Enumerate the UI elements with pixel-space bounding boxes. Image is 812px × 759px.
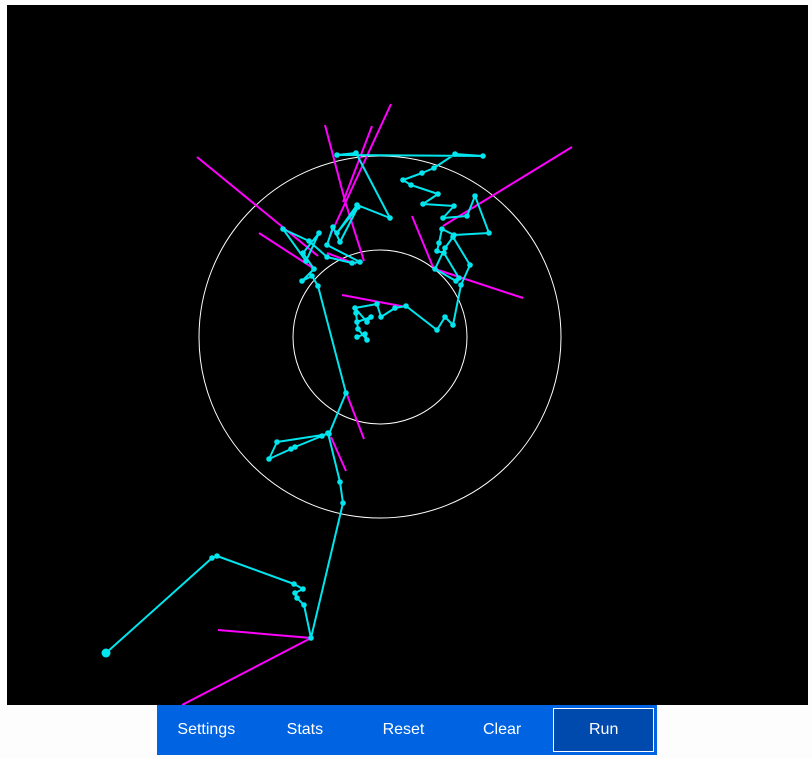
walk-point <box>294 595 300 601</box>
walk-point <box>352 305 358 311</box>
stats-button[interactable]: Stats <box>256 705 355 755</box>
walk-point <box>334 230 340 236</box>
direction-line <box>217 629 312 639</box>
walk-point <box>354 202 360 208</box>
walk-point <box>340 500 346 506</box>
random-walk-path <box>105 152 490 654</box>
walk-point <box>316 230 322 236</box>
walk-point <box>464 213 470 219</box>
inner-ring <box>292 249 468 425</box>
direction-line <box>324 124 346 202</box>
simulation-svg <box>101 103 573 705</box>
direction-line <box>345 391 365 440</box>
walk-point <box>374 301 380 307</box>
simulation-canvas[interactable] <box>7 5 808 705</box>
walk-point <box>450 322 456 328</box>
walk-point <box>403 303 409 309</box>
direction-line <box>196 156 319 257</box>
walk-point <box>354 334 360 340</box>
walk-point <box>291 581 297 587</box>
clear-button[interactable]: Clear <box>453 705 552 755</box>
walk-point <box>378 314 384 320</box>
walk-point <box>434 327 440 333</box>
walk-point <box>337 239 343 245</box>
walk-point <box>301 602 307 608</box>
walk-point <box>400 177 406 183</box>
direction-line <box>342 125 373 203</box>
walk-point <box>324 254 330 260</box>
walk-point <box>306 238 312 244</box>
walk-point <box>354 319 360 325</box>
walk-point <box>280 226 286 232</box>
walk-point <box>311 266 317 272</box>
toolbar: Settings Stats Reset Clear Run <box>157 705 657 755</box>
walk-point <box>392 305 398 311</box>
walk-point <box>452 151 458 157</box>
walk-point <box>441 250 447 256</box>
walk-point <box>357 259 363 265</box>
walk-point <box>353 310 359 316</box>
walk-point <box>299 278 305 284</box>
walk-point <box>467 262 473 268</box>
settings-button[interactable]: Settings <box>157 705 256 755</box>
outer-ring <box>198 155 562 519</box>
direction-line <box>181 637 312 705</box>
walk-point <box>315 283 321 289</box>
walk-point <box>364 337 370 343</box>
walk-point <box>453 278 459 284</box>
walk-point <box>319 433 325 439</box>
walk-point <box>337 479 343 485</box>
walk-point <box>364 319 370 325</box>
walk-point <box>343 390 349 396</box>
walk-point <box>214 553 220 559</box>
walk-point <box>300 250 306 256</box>
walk-point <box>300 586 306 592</box>
walk-point <box>440 215 446 221</box>
walk-point <box>292 590 298 596</box>
walk-point <box>368 314 374 320</box>
walk-point <box>450 234 456 240</box>
walk-point <box>486 230 492 236</box>
walk-point <box>326 431 332 437</box>
walk-point <box>480 153 486 159</box>
walk-point <box>434 248 440 254</box>
walk-point <box>101 648 111 658</box>
walk-point <box>419 170 425 176</box>
walk-point <box>451 203 457 209</box>
walk-point <box>420 201 426 207</box>
walk-point <box>435 191 441 197</box>
reset-button[interactable]: Reset <box>354 705 453 755</box>
walk-point <box>274 439 280 445</box>
walk-point <box>303 258 309 264</box>
walk-point <box>353 150 359 156</box>
run-button[interactable]: Run <box>553 708 654 752</box>
walk-point <box>387 215 393 221</box>
direction-line <box>442 146 573 227</box>
walk-point <box>308 635 314 641</box>
walk-point <box>288 446 294 452</box>
walk-point <box>362 331 368 337</box>
walk-points <box>101 150 492 658</box>
walk-point <box>458 282 464 288</box>
walk-point <box>324 242 330 248</box>
walk-point <box>436 240 442 246</box>
walk-point <box>442 314 448 320</box>
walk-point <box>431 165 437 171</box>
direction-line <box>329 103 392 237</box>
walk-point <box>472 193 478 199</box>
walk-point <box>209 555 215 561</box>
walk-point <box>309 273 315 279</box>
walk-point <box>432 266 438 272</box>
walk-point <box>442 245 448 251</box>
walk-point <box>330 224 336 230</box>
walk-point <box>355 326 361 332</box>
walk-point <box>349 260 355 266</box>
walk-point <box>266 456 272 462</box>
walk-point <box>408 182 414 188</box>
walk-point <box>334 152 340 158</box>
direction-line <box>411 215 434 268</box>
walk-point <box>439 226 445 232</box>
